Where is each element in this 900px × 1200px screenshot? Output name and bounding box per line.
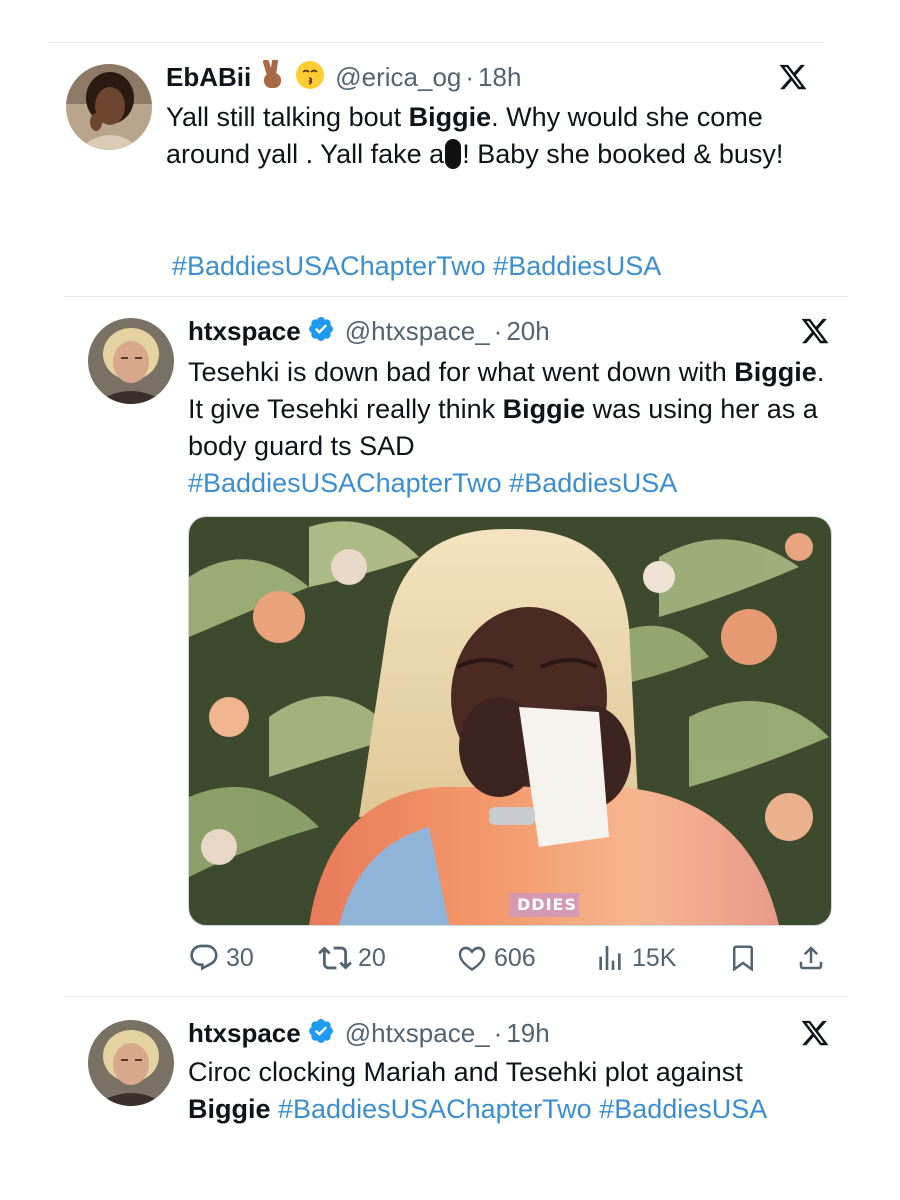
bold-mention: Biggie	[188, 1094, 271, 1124]
like-count: 606	[494, 943, 536, 972]
tweet-header: EbABii @erica_og · 18h	[166, 58, 521, 94]
tweet-2[interactable]: htxspace @htxspace_ · 20h Tesehki is dow…	[0, 300, 900, 996]
tweet-divider	[64, 996, 848, 997]
display-name[interactable]: htxspace	[188, 1020, 301, 1046]
separator-dot: ·	[493, 316, 503, 346]
display-name[interactable]: htxspace	[188, 318, 301, 344]
share-icon	[799, 946, 823, 970]
redaction-mark	[445, 139, 462, 169]
x-logo-icon	[800, 316, 830, 351]
tweet-3[interactable]: htxspace @htxspace_ · 19h Ciroc clocking…	[0, 1000, 900, 1200]
views-icon	[599, 946, 621, 970]
views-button[interactable]: 15K	[594, 942, 676, 974]
views-count: 15K	[632, 943, 677, 972]
user-handle[interactable]: @htxspace_	[345, 318, 490, 344]
reply-button[interactable]: 30	[188, 942, 254, 974]
display-name[interactable]: EbABii	[166, 64, 251, 90]
timestamp[interactable]: 20h	[506, 318, 549, 344]
user-handle[interactable]: @erica_og	[335, 64, 461, 90]
tweet-text-part: Yall still talking bout	[166, 102, 409, 132]
bookmark-button[interactable]	[728, 943, 764, 973]
x-logo-icon	[778, 62, 808, 97]
bold-mention: Biggie	[408, 102, 492, 132]
tweet-text: Ciroc clocking Mariah and Tesehki plot a…	[188, 1054, 838, 1128]
share-button[interactable]	[796, 943, 832, 973]
repost-count: 20	[358, 943, 386, 972]
like-button[interactable]: 606	[456, 942, 536, 974]
verified-badge-icon	[307, 1017, 335, 1049]
user-handle[interactable]: @htxspace_	[345, 1020, 490, 1046]
tweet-media-image[interactable]: DDIES	[188, 516, 832, 926]
separator-dot: ·	[493, 1018, 503, 1048]
tweet-1[interactable]: EbABii @erica_og · 18h Yall still talkin…	[0, 0, 900, 300]
tweet-text-part: Ciroc clocking Mariah and Tesehki plot a…	[188, 1057, 743, 1087]
tweet-text: Yall still talking bout Biggie. Why woul…	[166, 99, 826, 173]
tweet-text-part: ! Baby she booked & busy!	[462, 139, 784, 169]
bold-mention: Biggie	[502, 394, 586, 424]
tweet-divider	[64, 296, 848, 297]
avatar[interactable]	[66, 64, 152, 150]
repost-icon	[318, 946, 352, 970]
verified-badge-icon	[307, 315, 335, 347]
hashtags[interactable]: #BaddiesUSAChapterTwo #BaddiesUSA	[271, 1094, 767, 1124]
kissing-face-icon	[295, 60, 325, 94]
x-logo-icon	[800, 1018, 830, 1053]
tweet-text: Tesehki is down bad for what went down w…	[188, 354, 828, 502]
avatar[interactable]	[88, 318, 174, 404]
tweet-header: htxspace @htxspace_ · 20h	[188, 316, 550, 346]
action-bar: 30 20 606 15K	[188, 940, 828, 976]
avatar[interactable]	[88, 1020, 174, 1106]
timestamp[interactable]: 18h	[478, 64, 521, 90]
bold-mention: Biggie	[734, 357, 817, 387]
bookmark-icon	[733, 945, 753, 972]
tweet-header: htxspace @htxspace_ · 19h	[188, 1018, 550, 1048]
tweet-text-part: Tesehki is down bad for what went down w…	[188, 357, 735, 387]
reply-count: 30	[226, 943, 254, 972]
media-caption: DDIES	[517, 895, 577, 914]
hashtags[interactable]: #BaddiesUSAChapterTwo #BaddiesUSA	[188, 468, 677, 498]
repost-button[interactable]: 20	[318, 941, 386, 975]
separator-dot: ·	[465, 62, 475, 92]
timestamp[interactable]: 19h	[506, 1020, 549, 1046]
heart-icon	[458, 946, 486, 971]
hashtags[interactable]: #BaddiesUSAChapterTwo #BaddiesUSA	[172, 248, 832, 285]
victory-hand-icon	[259, 58, 287, 94]
reply-icon	[190, 944, 218, 971]
